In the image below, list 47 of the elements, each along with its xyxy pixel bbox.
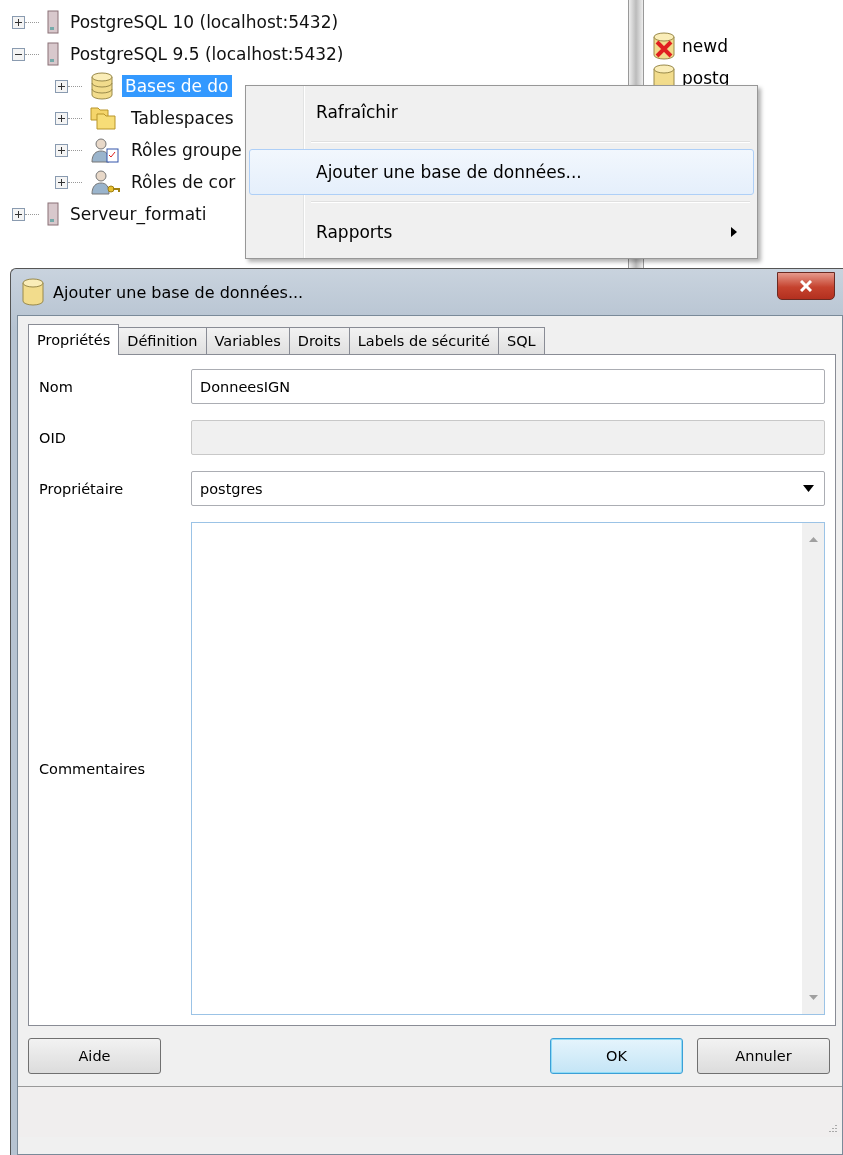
tab[interactable]: SQL [497,327,545,354]
server-icon [47,42,59,66]
database-error-icon [652,32,676,60]
tree-item[interactable]: Rôles groupe [128,139,245,161]
text-field[interactable]: DonneesIGN [191,369,825,404]
field-label: Commentaires [39,760,147,777]
tree-item[interactable]: Rôles de cor [128,171,239,193]
user-key-icon [90,168,120,196]
users-icon [90,136,120,164]
comment-field[interactable] [191,522,825,1015]
field-label: OID [39,429,67,446]
tree-item[interactable]: PostgreSQL 9.5 (localhost:5432) [67,43,347,65]
tab[interactable]: Droits [288,327,350,354]
expand-icon[interactable] [55,143,68,157]
expand-icon[interactable] [12,15,25,29]
dropdown-arrow-icon [803,485,814,492]
tree-item[interactable]: PostgreSQL 10 (localhost:5432) [67,11,342,33]
server-icon [47,10,59,34]
tab[interactable]: Propriétés [28,324,120,355]
expand-icon[interactable] [55,111,68,125]
dialog-button[interactable]: Annuler [697,1038,830,1074]
window-title: Ajouter une base de données... [53,282,305,302]
tree-item[interactable]: Tablespaces [128,107,237,129]
server-icon [47,202,59,226]
expand-icon[interactable] [55,79,68,93]
tab[interactable]: Labels de sécurité [348,327,499,354]
field-label: Nom [39,378,74,395]
dialog-button[interactable]: Aide [28,1038,161,1074]
database-icon [21,278,45,306]
field-label: Propriétaire [39,480,125,497]
expand-icon[interactable] [12,207,25,221]
menu-item[interactable]: Rafraîchir [249,89,754,135]
collapse-icon[interactable] [12,47,25,61]
close-icon [800,280,812,292]
expand-icon[interactable] [55,175,68,189]
tree-item[interactable]: Serveur_formati [67,203,210,225]
menu-item[interactable]: Rapports [249,209,754,255]
list-item[interactable]: newd [682,36,728,56]
resize-grip-icon[interactable] [828,1123,838,1133]
tab[interactable]: Variables [205,327,290,354]
dropdown-field[interactable]: postgres [191,471,825,506]
menu-item[interactable]: Ajouter une base de données... [249,149,754,195]
close-button[interactable] [777,272,835,300]
dialog-button[interactable]: OK [550,1038,683,1074]
tab[interactable]: Définition [118,327,207,354]
database-icon [90,72,114,100]
submenu-arrow-icon [731,227,737,237]
